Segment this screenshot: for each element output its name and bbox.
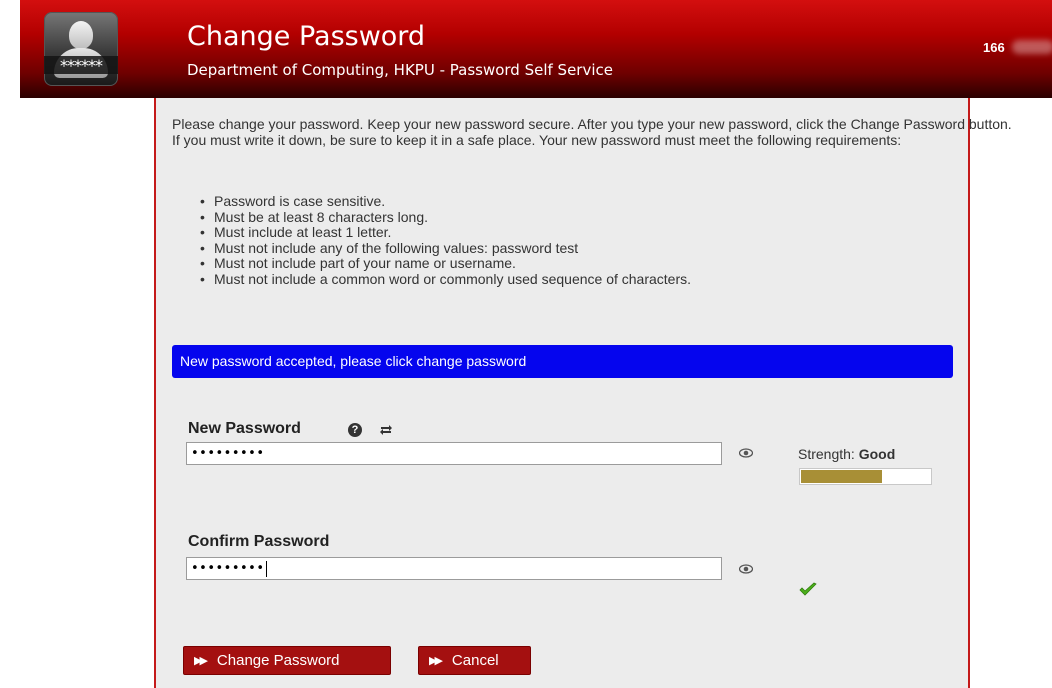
- text-cursor: [265, 560, 267, 577]
- status-notice: New password accepted, please click chan…: [172, 345, 953, 378]
- cancel-button[interactable]: ▶▶ Cancel: [418, 646, 531, 675]
- new-password-input[interactable]: •••••••••: [186, 442, 722, 465]
- main-panel: Please change your password. Keep your n…: [154, 98, 1012, 688]
- user-id-redacted: [1012, 40, 1052, 54]
- confirm-password-input[interactable]: •••••••••: [186, 557, 722, 580]
- confirm-password-value: •••••••••: [191, 561, 265, 576]
- requirement-item: Must not include part of your name or us…: [200, 255, 691, 272]
- avatar-password-mask: ******: [44, 56, 118, 75]
- change-password-button[interactable]: ▶▶ Change Password: [183, 646, 391, 675]
- new-password-label: New Password: [188, 420, 301, 437]
- requirement-item: Must not include a common word or common…: [200, 271, 691, 288]
- show-new-password-eye-icon[interactable]: [739, 448, 753, 458]
- double-arrow-icon: ▶▶: [429, 654, 443, 667]
- confirm-password-label: Confirm Password: [188, 533, 330, 550]
- user-avatar-icon: ******: [44, 12, 118, 86]
- requirements-list: Password is case sensitive. Must be at l…: [200, 193, 691, 288]
- strength-label: Strength:: [798, 446, 855, 462]
- avatar-head: [69, 21, 93, 49]
- checkmark-icon: [799, 582, 817, 596]
- refresh-icon[interactable]: [379, 423, 393, 437]
- page-title: Change Password: [187, 21, 426, 52]
- show-confirm-password-eye-icon[interactable]: [739, 564, 753, 574]
- header-bar: ****** Change Password Department of Com…: [20, 0, 1052, 98]
- strength-text: Strength: Good: [798, 446, 895, 462]
- strength-level: Good: [858, 446, 896, 462]
- instructions-text: Please change your password. Keep your n…: [172, 116, 1012, 148]
- double-arrow-icon: ▶▶: [194, 654, 208, 667]
- user-id: 166: [983, 40, 1005, 55]
- cancel-button-label: Cancel: [451, 651, 499, 669]
- strength-meter-fill: [801, 470, 883, 483]
- change-password-button-label: Change Password: [216, 651, 340, 669]
- page-subtitle: Department of Computing, HKPU - Password…: [187, 61, 613, 79]
- requirement-item: Must include at least 1 letter.: [200, 224, 691, 241]
- requirement-item: Must not include any of the following va…: [200, 240, 691, 257]
- requirement-item: Must be at least 8 characters long.: [200, 209, 691, 226]
- requirement-item: Password is case sensitive.: [200, 193, 691, 210]
- strength-meter: [799, 468, 932, 485]
- question-circle-icon[interactable]: ?: [348, 423, 362, 437]
